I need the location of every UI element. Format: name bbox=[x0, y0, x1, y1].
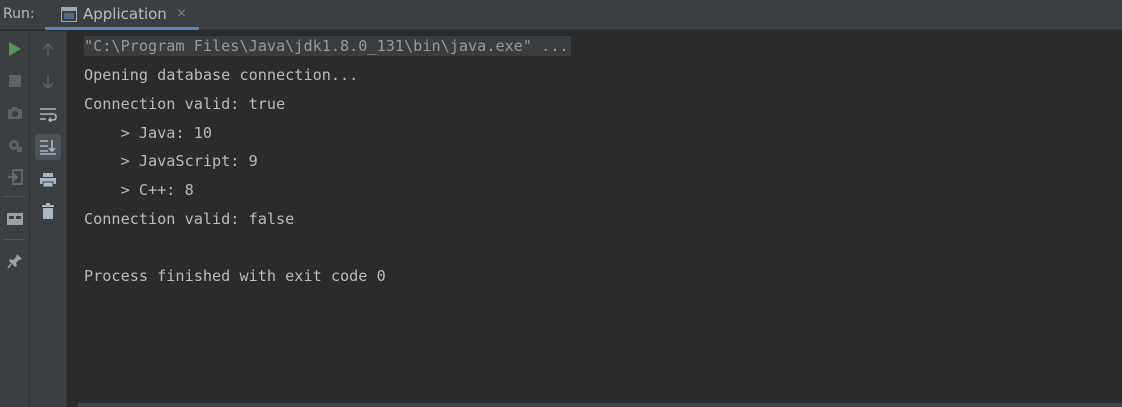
run-tab-bar: Run: Application × bbox=[0, 0, 1122, 30]
run-label: Run: bbox=[3, 6, 35, 22]
close-icon[interactable]: × bbox=[176, 6, 187, 21]
tab-active-indicator bbox=[45, 27, 199, 30]
soft-wrap-icon[interactable] bbox=[35, 101, 61, 127]
console-exit-line: Process finished with exit code 0 bbox=[84, 267, 386, 285]
debug-settings-icon[interactable] bbox=[2, 132, 28, 158]
layout-icon[interactable] bbox=[2, 206, 28, 232]
scroll-to-end-icon[interactable] bbox=[35, 134, 61, 160]
console-output[interactable]: "C:\Program Files\Java\jdk1.8.0_131\bin\… bbox=[67, 31, 1122, 407]
print-icon[interactable] bbox=[35, 167, 61, 193]
pin-icon[interactable] bbox=[2, 248, 28, 274]
left-toolbar bbox=[0, 31, 30, 407]
run-icon[interactable] bbox=[2, 36, 28, 62]
exit-icon[interactable] bbox=[2, 164, 28, 190]
console-line: Connection valid: false bbox=[84, 210, 295, 228]
toolbar-divider bbox=[3, 196, 25, 197]
tab-application[interactable]: Application × bbox=[45, 0, 199, 30]
console-line: > C++: 8 bbox=[84, 181, 194, 199]
up-arrow-icon[interactable] bbox=[35, 37, 61, 63]
tab-label: Application bbox=[83, 5, 167, 23]
console-line: Opening database connection... bbox=[84, 66, 359, 84]
console-command-line: "C:\Program Files\Java\jdk1.8.0_131\bin\… bbox=[84, 36, 571, 56]
down-arrow-icon[interactable] bbox=[35, 69, 61, 95]
console-toolbar bbox=[30, 31, 67, 407]
trash-icon[interactable] bbox=[35, 198, 61, 224]
stop-icon[interactable] bbox=[2, 68, 28, 94]
console-window-icon bbox=[61, 7, 77, 26]
camera-icon[interactable] bbox=[2, 100, 28, 126]
console-line: > JavaScript: 9 bbox=[84, 152, 258, 170]
console-line: Connection valid: true bbox=[84, 95, 286, 113]
console-line: > Java: 10 bbox=[84, 124, 213, 142]
toolbar-divider bbox=[3, 239, 25, 240]
horizontal-scrollbar[interactable] bbox=[78, 403, 1122, 407]
